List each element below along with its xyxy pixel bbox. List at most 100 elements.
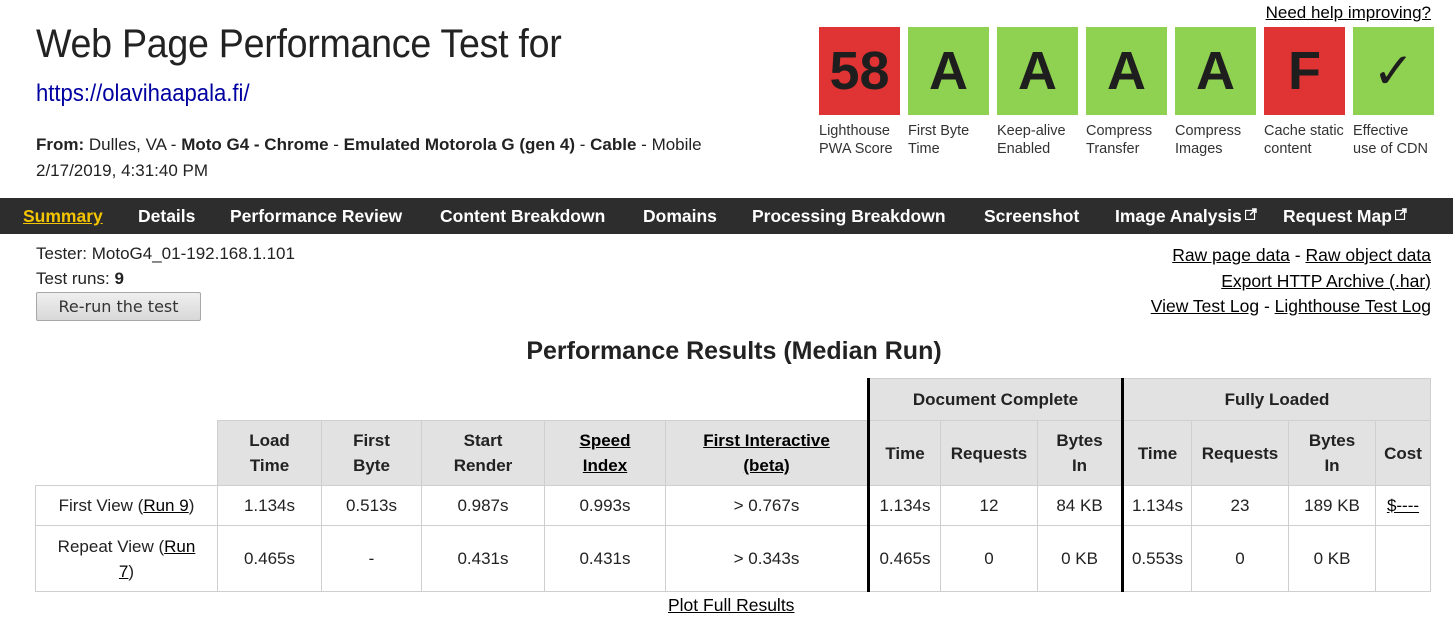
- plot-full-results-link[interactable]: Plot Full Results: [668, 595, 794, 616]
- raw-page-data-link[interactable]: Raw page data: [1172, 245, 1290, 265]
- grade-value[interactable]: 58: [819, 27, 900, 115]
- cell-load-time: 1.134s: [217, 485, 322, 526]
- grade-value[interactable]: A: [908, 27, 989, 115]
- first-interactive-link[interactable]: First Interactive (beta): [692, 428, 842, 478]
- col-doc-bytes: Bytes In: [1037, 420, 1123, 486]
- nav-image-analysis-wrap[interactable]: Image Analysis: [1115, 206, 1257, 227]
- device: Moto G4 - Chrome: [181, 135, 329, 154]
- cell-full-time: 1.134s: [1121, 485, 1192, 526]
- cell-start-render: 0.431s: [421, 525, 545, 592]
- cell-cost: $----: [1375, 485, 1431, 526]
- cell-full-bytes: 189 KB: [1288, 485, 1376, 526]
- from-label: From:: [36, 135, 85, 154]
- raw-object-data-link[interactable]: Raw object data: [1306, 245, 1432, 265]
- test-info: From: Dulles, VA - Moto G4 - Chrome - Em…: [36, 135, 702, 180]
- nav-image-analysis[interactable]: Image Analysis: [1115, 206, 1242, 226]
- location: Dulles, VA: [88, 135, 167, 154]
- grade-value[interactable]: F: [1264, 27, 1345, 115]
- run-link[interactable]: Run 9: [143, 496, 188, 515]
- nav-performance-review[interactable]: Performance Review: [230, 206, 402, 227]
- cell-load-time: 0.465s: [217, 525, 322, 592]
- results-table: Document Complete Fully Loaded Load Time…: [35, 378, 1431, 592]
- grade-label: Compress Transfer: [1086, 123, 1153, 157]
- view-test-log-link[interactable]: View Test Log: [1151, 296, 1259, 316]
- cell-doc-requests: 0: [940, 525, 1038, 592]
- row-label: First View (Run 9): [35, 485, 218, 526]
- cell-speed-index: 0.993s: [544, 485, 666, 526]
- run-link[interactable]: Run: [164, 537, 195, 556]
- cell-first-byte: -: [321, 525, 422, 592]
- grade-label: Compress Images: [1175, 123, 1242, 157]
- grade-compress-images[interactable]: A Compress Images: [1175, 27, 1256, 158]
- nav-request-map-wrap[interactable]: Request Map: [1283, 206, 1407, 227]
- nav-screenshot[interactable]: Screenshot: [984, 206, 1079, 227]
- grade-cdn[interactable]: ✓ Effective use of CDN: [1353, 27, 1434, 158]
- col-first-byte: First Byte: [321, 420, 422, 486]
- nav-content-breakdown[interactable]: Content Breakdown: [440, 206, 605, 227]
- cell-first-interactive: > 0.767s: [665, 485, 869, 526]
- checkmark-icon[interactable]: ✓: [1353, 27, 1434, 115]
- col-speed-index: Speed Index: [544, 420, 666, 486]
- col-full-requests: Requests: [1191, 420, 1289, 486]
- cell-first-interactive: > 0.343s: [665, 525, 869, 592]
- cell-cost: [1375, 525, 1431, 592]
- cell-doc-time: 1.134s: [867, 485, 941, 526]
- grade-first-byte[interactable]: A First Byte Time: [908, 27, 989, 158]
- nav-processing-breakdown[interactable]: Processing Breakdown: [752, 206, 946, 227]
- cell-first-byte: 0.513s: [321, 485, 422, 526]
- nav-summary[interactable]: Summary: [23, 206, 103, 227]
- col-first-interactive: First Interactive (beta): [665, 420, 869, 486]
- table-row: First View (Run 9) 1.134s 0.513s 0.987s …: [35, 485, 1431, 526]
- test-runs: Test runs: 9: [36, 269, 124, 289]
- col-cost: Cost: [1375, 420, 1431, 486]
- cell-doc-bytes: 84 KB: [1037, 485, 1123, 526]
- tested-url-link[interactable]: https://olavihaapala.fi/: [36, 80, 250, 108]
- grade-lighthouse-pwa[interactable]: 58 Lighthouse PWA Score: [819, 27, 900, 158]
- help-improving-link[interactable]: Need help improving?: [1266, 3, 1431, 23]
- grade-label: Effective use of CDN: [1353, 123, 1428, 157]
- nav-details[interactable]: Details: [138, 206, 195, 227]
- test-datetime: 2/17/2019, 4:31:40 PM: [36, 161, 209, 180]
- run-link[interactable]: 7: [119, 562, 128, 581]
- grade-value[interactable]: A: [1175, 27, 1256, 115]
- lighthouse-log-link[interactable]: Lighthouse Test Log: [1275, 296, 1431, 316]
- col-start-render: Start Render: [421, 420, 545, 486]
- cell-full-bytes: 0 KB: [1288, 525, 1376, 592]
- cell-full-time: 0.553s: [1121, 525, 1192, 592]
- speed-index-link[interactable]: Speed Index: [575, 428, 635, 478]
- cell-start-render: 0.987s: [421, 485, 545, 526]
- export-har-link[interactable]: Export HTTP Archive (.har): [1221, 271, 1431, 291]
- external-link-icon: [1244, 208, 1257, 220]
- table-row: Repeat View (Run 7) 0.465s - 0.431s 0.431…: [35, 525, 1431, 592]
- col-doc-requests: Requests: [940, 420, 1038, 486]
- nav-request-map[interactable]: Request Map: [1283, 206, 1392, 226]
- cell-full-requests: 23: [1191, 485, 1289, 526]
- grade-cache-static[interactable]: F Cache static content: [1264, 27, 1345, 158]
- separator: -: [1263, 296, 1270, 316]
- cell-speed-index: 0.431s: [544, 525, 666, 592]
- emulation: Emulated Motorola G (gen 4): [343, 135, 576, 154]
- rerun-button[interactable]: Re-run the test: [36, 292, 201, 321]
- cell-doc-requests: 12: [940, 485, 1038, 526]
- col-full-time: Time: [1121, 420, 1192, 486]
- results-title: Performance Results (Median Run): [526, 337, 942, 365]
- page-title: Web Page Performance Test for: [36, 22, 562, 66]
- cost-link[interactable]: $----: [1387, 496, 1419, 515]
- grade-label: Cache static content: [1264, 123, 1344, 157]
- grade-label: First Byte Time: [908, 123, 970, 157]
- external-link-icon: [1394, 208, 1407, 220]
- main-nav: Summary Details Performance Review Conte…: [0, 198, 1453, 234]
- cell-doc-time: 0.465s: [867, 525, 941, 592]
- runs-label: Test runs:: [36, 269, 110, 288]
- group-document-complete: Document Complete: [867, 378, 1123, 421]
- tester-info: Tester: MotoG4_01-192.168.1.101: [36, 244, 295, 263]
- mode: Mobile: [651, 135, 702, 154]
- col-full-bytes: Bytes In: [1288, 420, 1376, 486]
- grade-value[interactable]: A: [1086, 27, 1167, 115]
- grade-value[interactable]: A: [997, 27, 1078, 115]
- cell-full-requests: 0: [1191, 525, 1289, 592]
- nav-domains[interactable]: Domains: [643, 206, 717, 227]
- group-fully-loaded: Fully Loaded: [1121, 378, 1431, 421]
- grade-compress-transfer[interactable]: A Compress Transfer: [1086, 27, 1167, 158]
- grade-keep-alive[interactable]: A Keep-alive Enabled: [997, 27, 1078, 158]
